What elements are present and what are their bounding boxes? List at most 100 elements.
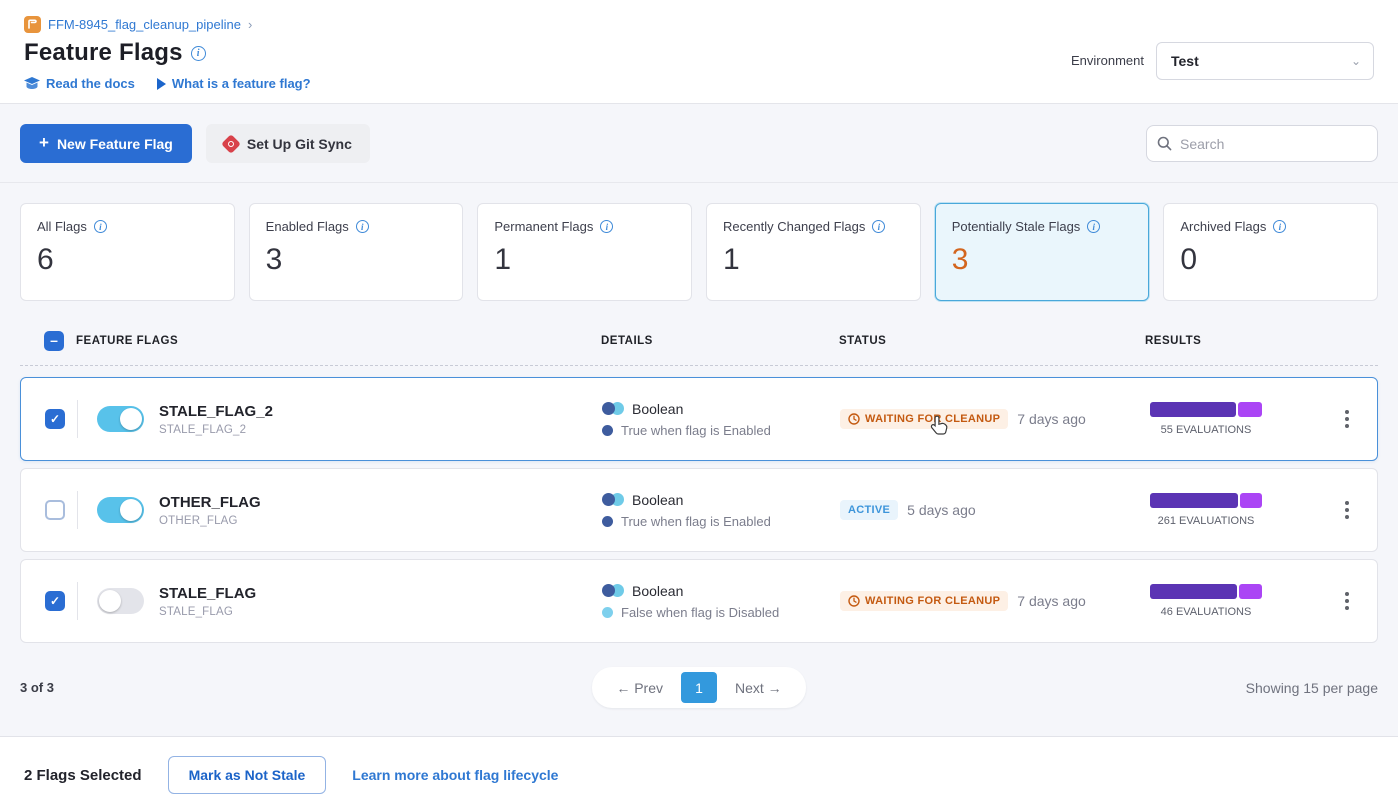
flag-name-cell: OTHER_FLAG OTHER_FLAG [159,494,602,527]
boolean-type-icon [602,402,624,415]
evaluations-bar [1150,584,1262,599]
kebab-menu-icon[interactable] [1339,404,1355,434]
select-all-checkbox[interactable] [44,331,64,351]
page-title: Feature Flags [24,39,183,67]
current-page-button[interactable]: 1 [681,672,717,703]
git-sync-button[interactable]: Set Up Git Sync [206,124,370,163]
flag-toggle[interactable] [97,406,144,432]
status-badge: ACTIVE [840,500,898,520]
flag-name: STALE_FLAG [159,585,602,602]
pagination: 3 of 3 ← Prev 1 Next → Showing 15 per pa… [20,643,1378,736]
status-badge: WAITING FOR CLEANUP [840,591,1008,611]
info-icon[interactable]: i [1087,220,1100,233]
stat-card[interactable]: Potentially Stale Flags i 3 [935,203,1150,301]
status-cell: WAITING FOR CLEANUP 7 days ago [840,409,1146,429]
info-icon[interactable]: i [1273,220,1286,233]
environment-label: Environment [1071,53,1144,68]
plus-icon: + [39,133,49,153]
flag-name: OTHER_FLAG [159,494,602,511]
variation-dot [602,516,613,527]
learn-more-link[interactable]: Learn more about flag lifecycle [352,767,558,783]
flag-name-cell: STALE_FLAG_2 STALE_FLAG_2 [159,403,602,436]
info-icon[interactable]: i [356,220,369,233]
stat-card-value: 1 [723,243,904,277]
flag-row[interactable]: STALE_FLAG STALE_FLAG Boolean False when… [20,559,1378,643]
flag-toggle[interactable] [97,497,144,523]
info-icon[interactable]: i [872,220,885,233]
flag-identifier: OTHER_FLAG [159,515,602,527]
flag-row[interactable]: OTHER_FLAG OTHER_FLAG Boolean True when … [20,468,1378,552]
flag-toggle[interactable] [97,588,144,614]
variation-detail: True when flag is Enabled [621,423,771,438]
results-cell: 55 EVALUATIONS [1150,402,1262,436]
row-checkbox[interactable] [45,500,65,520]
eval-bar-dark [1150,402,1236,417]
flag-kind: Boolean [632,583,683,599]
environment-select[interactable]: Test ⌄ [1156,42,1374,80]
row-divider [77,582,78,620]
stat-card[interactable]: All Flags i 6 [20,203,235,301]
environment-value: Test [1171,53,1199,69]
breadcrumb-project-link[interactable]: FFM-8945_flag_cleanup_pipeline [48,17,241,32]
evaluations-bar [1150,493,1262,508]
info-icon[interactable]: i [94,220,107,233]
stat-card[interactable]: Recently Changed Flags i 1 [706,203,921,301]
last-updated: 7 days ago [1017,411,1086,427]
docs-icon [24,77,40,91]
eval-bar-light [1238,402,1262,417]
kebab-menu-icon[interactable] [1339,495,1355,525]
page-header: FFM-8945_flag_cleanup_pipeline › Feature… [0,0,1398,104]
last-updated: 7 days ago [1017,593,1086,609]
what-is-flag-link[interactable]: What is a feature flag? [157,76,311,91]
clock-icon [848,413,860,425]
status-cell: WAITING FOR CLEANUP 7 days ago [840,591,1146,611]
stat-card-value: 3 [952,243,1133,277]
flag-row[interactable]: STALE_FLAG_2 STALE_FLAG_2 Boolean True w… [20,377,1378,461]
flag-rows: STALE_FLAG_2 STALE_FLAG_2 Boolean True w… [20,366,1378,643]
column-status: STATUS [839,335,1145,347]
stat-card[interactable]: Archived Flags i 0 [1163,203,1378,301]
breadcrumb-caret: › [248,17,252,32]
selection-footer: 2 Flags Selected Mark as Not Stale Learn… [0,736,1398,810]
status-label: WAITING FOR CLEANUP [865,413,1000,425]
flag-kind: Boolean [632,401,683,417]
variation-dot [602,425,613,436]
environment-picker: Environment Test ⌄ [1071,30,1374,91]
toolbar: + New Feature Flag Set Up Git Sync [0,104,1398,183]
read-docs-link[interactable]: Read the docs [24,76,135,91]
next-page-button[interactable]: Next → [717,674,800,702]
stat-card-value: 0 [1180,243,1361,277]
info-icon[interactable]: i [600,220,613,233]
clock-icon [848,595,860,607]
last-updated: 5 days ago [907,502,976,518]
kebab-menu-icon[interactable] [1339,586,1355,616]
project-icon [24,16,41,33]
stat-card[interactable]: Enabled Flags i 3 [249,203,464,301]
stats-cards: All Flags i 6 Enabled Flags i 3 Perman [20,183,1378,303]
column-results: RESULTS [1145,335,1315,347]
variation-detail: True when flag is Enabled [621,514,771,529]
search-input[interactable] [1180,136,1367,152]
eval-bar-light [1240,493,1262,508]
title-info-icon[interactable]: i [191,46,206,61]
variation-dot [602,607,613,618]
eval-bar-dark [1150,584,1237,599]
stat-card-label: Permanent Flags [494,219,593,234]
mark-not-stale-button[interactable]: Mark as Not Stale [168,756,327,794]
prev-page-button[interactable]: ← Prev [598,674,681,702]
breadcrumb: FFM-8945_flag_cleanup_pipeline › [24,16,311,33]
row-checkbox[interactable] [45,409,65,429]
play-icon [157,78,166,90]
per-page-text: Showing 15 per page [806,680,1378,696]
details-cell: Boolean True when flag is Enabled [602,492,840,529]
column-feature-flags: FEATURE FLAGS [64,335,601,347]
boolean-type-icon [602,584,624,597]
flag-identifier: STALE_FLAG_2 [159,424,602,436]
header-left: FFM-8945_flag_cleanup_pipeline › Feature… [24,16,311,91]
evaluations-count: 55 EVALUATIONS [1150,424,1262,436]
stat-card[interactable]: Permanent Flags i 1 [477,203,692,301]
table-header: FEATURE FLAGS DETAILS STATUS RESULTS [20,303,1378,366]
pagination-pill: ← Prev 1 Next → [592,667,805,708]
row-checkbox[interactable] [45,591,65,611]
new-feature-flag-button[interactable]: + New Feature Flag [20,124,192,163]
